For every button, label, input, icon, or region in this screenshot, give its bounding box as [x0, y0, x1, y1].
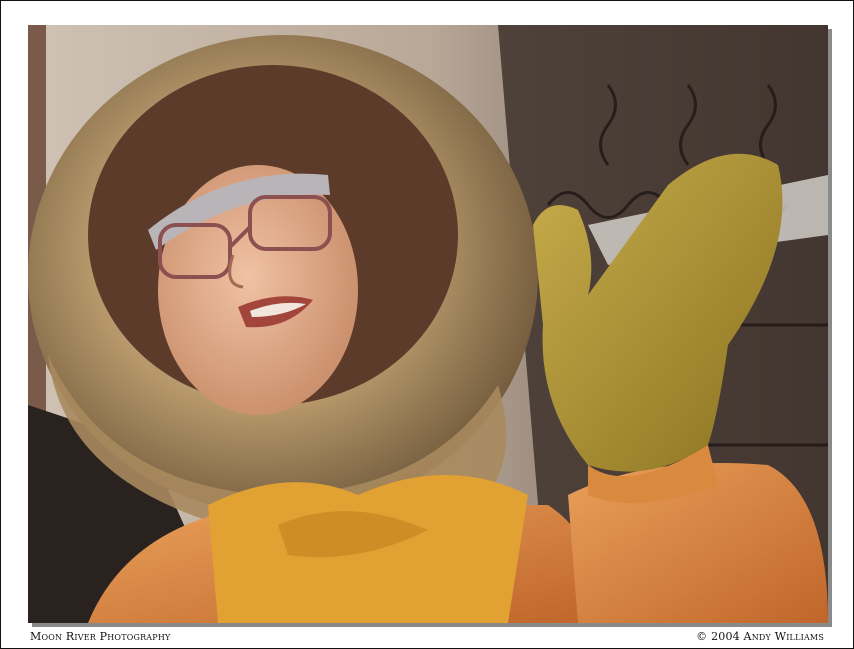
portrait-illustration [28, 25, 828, 623]
portrait-photo [28, 25, 828, 623]
photo-frame [0, 0, 854, 649]
caption-copyright: © 2004 Andy Williams [696, 630, 824, 643]
caption-studio: Moon River Photography [30, 630, 171, 643]
